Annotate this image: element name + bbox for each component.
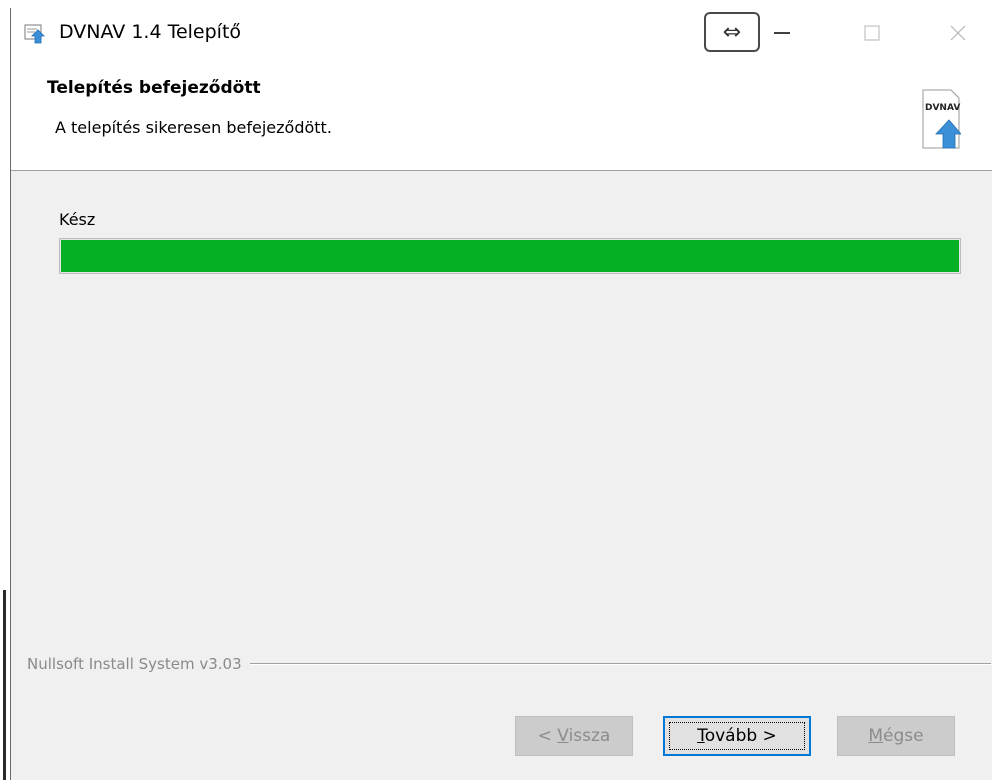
- close-button[interactable]: [935, 8, 981, 58]
- back-button[interactable]: < Vissza: [515, 716, 633, 756]
- window-title: DVNAV 1.4 Telepítő: [59, 21, 242, 43]
- close-icon: [950, 25, 966, 41]
- title-bar[interactable]: DVNAV 1.4 Telepítő ⇔: [11, 8, 992, 58]
- progress-bar: [59, 238, 961, 274]
- back-prefix: <: [537, 726, 558, 746]
- next-mnemonic: T: [697, 726, 705, 746]
- back-mnemonic: V: [557, 726, 569, 746]
- next-rest: ovább >: [704, 726, 777, 746]
- maximize-button[interactable]: [849, 8, 895, 58]
- branding-text: Nullsoft Install System v3.03: [27, 655, 242, 673]
- status-label: Kész: [59, 210, 96, 229]
- resize-toggle-button[interactable]: ⇔: [704, 12, 760, 52]
- left-edge: [0, 0, 10, 780]
- minimize-button[interactable]: [759, 8, 805, 58]
- back-button-label: < Vissza: [538, 726, 611, 746]
- branding-row: Nullsoft Install System v3.03: [27, 652, 991, 676]
- minimize-icon: [774, 32, 790, 34]
- logo-text: DVNAV: [925, 103, 960, 113]
- header-panel: Telepítés befejeződött A telepítés siker…: [11, 58, 992, 171]
- next-button[interactable]: Tovább >: [663, 716, 811, 756]
- dvnav-logo: DVNAV: [922, 89, 961, 149]
- installer-window: DVNAV 1.4 Telepítő ⇔ Telepítés befejeződ…: [10, 8, 992, 780]
- cancel-mnemonic: M: [868, 726, 884, 746]
- left-edge-shadow: [3, 590, 6, 780]
- double-arrow-icon: ⇔: [722, 19, 742, 45]
- page-title: Telepítés befejeződött: [47, 78, 261, 98]
- branding-divider: [249, 663, 991, 665]
- cancel-button-label: Mégse: [868, 726, 923, 746]
- installer-icon: [24, 24, 45, 44]
- cancel-rest: égse: [883, 726, 924, 746]
- progress-fill: [61, 240, 959, 272]
- next-button-label: Tovább >: [697, 726, 777, 746]
- cancel-button[interactable]: Mégse: [837, 716, 955, 756]
- page-subtitle: A telepítés sikeresen befejeződött.: [55, 118, 332, 137]
- back-rest: issza: [568, 726, 611, 746]
- maximize-icon: [864, 25, 880, 41]
